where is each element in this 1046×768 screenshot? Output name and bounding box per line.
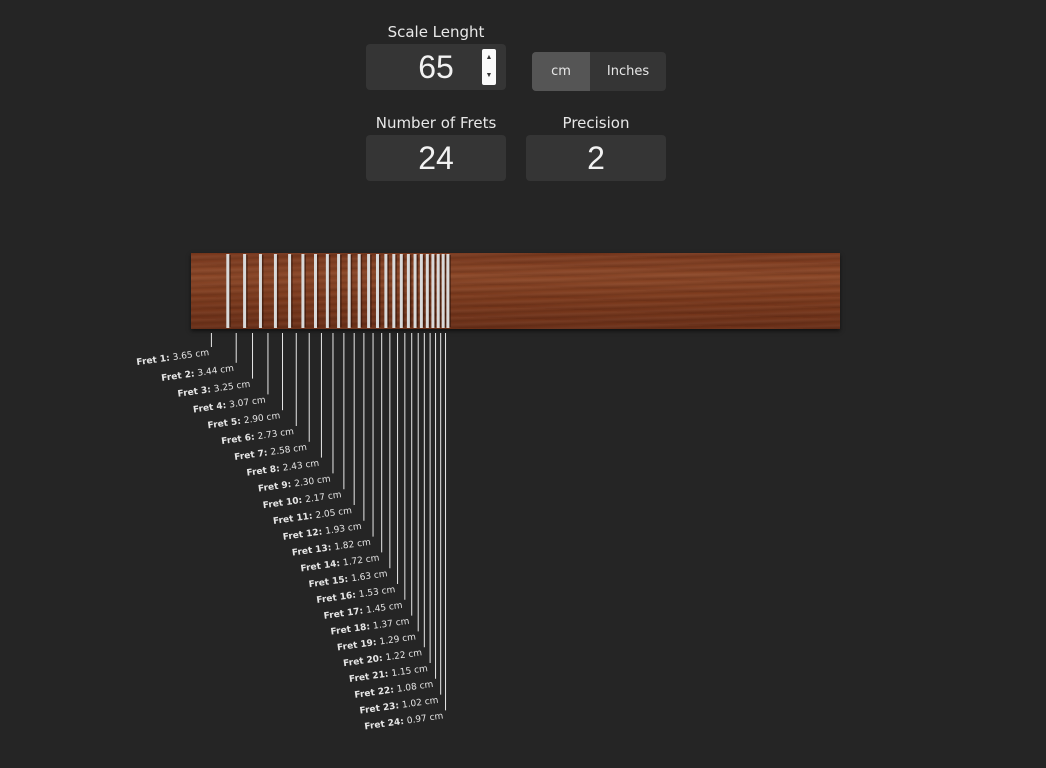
fret-distance: 1.63 cm	[351, 569, 389, 584]
fret-measurement-label: Fret 1: 3.65 cm	[136, 348, 210, 368]
fret-measurement-label: Fret 24: 0.97 cm	[364, 711, 444, 732]
fret-number: Fret 19:	[337, 638, 381, 654]
fret-number: Fret 24:	[364, 717, 408, 733]
fret-distance: 3.25 cm	[213, 380, 251, 395]
fret-number: Fret 8:	[246, 464, 284, 479]
fret-number: Fret 16:	[316, 590, 360, 606]
fret-distance: 1.08 cm	[396, 680, 434, 695]
fret-distance: 2.73 cm	[257, 427, 295, 442]
fret-number: Fret 6:	[221, 432, 259, 447]
fret-distance: 2.90 cm	[243, 411, 281, 426]
fret-distance: 1.29 cm	[379, 632, 417, 647]
fret-measurement-label: Fret 7: 2.58 cm	[234, 443, 308, 463]
fret-number: Fret 14:	[300, 559, 344, 575]
fret-number: Fret 4:	[193, 401, 231, 416]
fret-distance: 1.72 cm	[342, 553, 380, 568]
fret-number: Fret 5:	[207, 416, 245, 431]
fret-distance: 2.58 cm	[270, 443, 308, 458]
fret-number: Fret 9:	[258, 480, 296, 495]
fret-number: Fret 1:	[136, 353, 174, 368]
fret-distance: 1.37 cm	[372, 617, 410, 632]
fret-distance: 1.53 cm	[358, 585, 396, 600]
fret-distance: 2.30 cm	[294, 474, 332, 489]
fret-distance: 3.44 cm	[197, 364, 235, 379]
fret-distance: 1.93 cm	[325, 522, 363, 537]
fret-measurements: Fret 1: 3.65 cmFret 2: 3.44 cmFret 3: 3.…	[136, 333, 447, 732]
fret-distance: 2.43 cm	[282, 459, 320, 474]
fret-number: Fret 23:	[359, 701, 403, 717]
fret-number: Fret 15:	[308, 574, 352, 590]
fret-number: Fret 13:	[291, 543, 335, 559]
fret-distance: 1.02 cm	[401, 696, 439, 711]
fret-number: Fret 12:	[282, 527, 326, 543]
fret-number: Fret 18:	[330, 622, 374, 638]
fret-distance: 1.15 cm	[391, 664, 429, 679]
fret-measurement-label: Fret 2: 3.44 cm	[161, 364, 235, 384]
fret-distance: 0.97 cm	[406, 711, 444, 726]
fret-number: Fret 2:	[161, 369, 199, 384]
fret-number: Fret 10:	[262, 495, 306, 511]
fret-distance: 3.07 cm	[229, 395, 267, 410]
fret-measurement-label: Fret 5: 2.90 cm	[207, 411, 281, 431]
fret-distance: 3.65 cm	[172, 348, 210, 363]
fret-number: Fret 7:	[234, 448, 272, 463]
fret-number: Fret 22:	[354, 685, 398, 701]
fret-number: Fret 3:	[177, 385, 215, 400]
fret-measurement-label: Fret 8: 2.43 cm	[246, 459, 320, 479]
fret-measurement-label: Fret 9: 2.30 cm	[258, 474, 332, 494]
fret-number: Fret 11:	[273, 511, 317, 527]
fret-number: Fret 20:	[343, 653, 387, 669]
fret-distance: 1.82 cm	[334, 538, 372, 553]
fret-measurement-label: Fret 3: 3.25 cm	[177, 380, 251, 400]
fret-measurement-label: Fret 4: 3.07 cm	[193, 395, 267, 415]
fret-distance: 1.22 cm	[385, 648, 423, 663]
fret-number: Fret 17:	[323, 606, 367, 622]
fret-distance: 2.05 cm	[315, 506, 353, 521]
fret-number: Fret 21:	[348, 669, 392, 685]
fret-distance: 2.17 cm	[305, 490, 343, 505]
fret-measurement-label: Fret 6: 2.73 cm	[221, 427, 295, 447]
fret-distance: 1.45 cm	[366, 601, 404, 616]
